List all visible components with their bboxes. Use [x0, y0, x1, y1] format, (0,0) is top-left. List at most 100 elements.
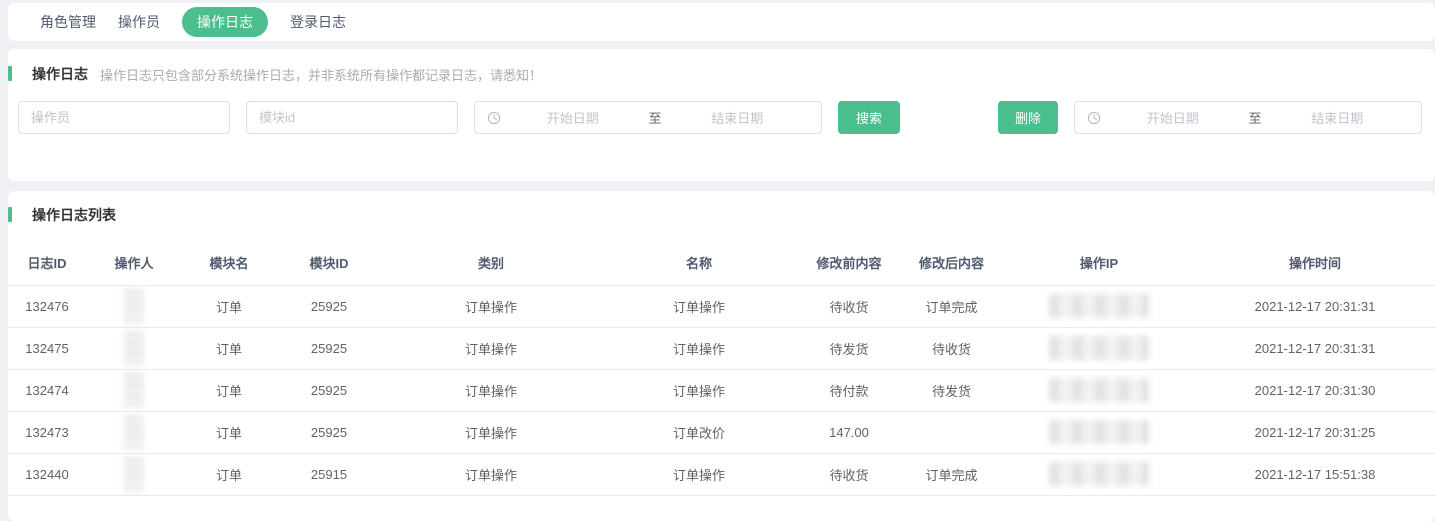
end-date-placeholder: 结束日期 [1266, 108, 1410, 127]
col-operation-ip: 操作IP [1003, 241, 1195, 285]
table-row: 132474 订单 25925 订单操作 订单操作 待付款 待发货 2021-1… [8, 369, 1435, 411]
cell-module-id: 25915 [276, 453, 382, 495]
section-title: 操作日志 [32, 64, 88, 84]
table-row: 132440 订单 25915 订单操作 订单操作 待收货 订单完成 2021-… [8, 453, 1435, 495]
search-panel: 操作日志 操作日志只包含部分系统操作日志，并非系统所有操作都记录日志，请悉知！ … [8, 49, 1435, 181]
clock-icon [1087, 111, 1101, 125]
cell-operation-ip [1003, 411, 1195, 453]
list-section-header: 操作日志列表 [8, 205, 1435, 225]
cell-name: 订单操作 [600, 285, 798, 327]
cell-operator [86, 453, 182, 495]
search-date-range-picker[interactable]: 开始日期 至 结束日期 [474, 101, 822, 134]
search-button[interactable]: 搜索 [838, 101, 900, 134]
redacted-operator [124, 289, 144, 323]
cell-category: 订单操作 [382, 453, 600, 495]
cell-module-name: 订单 [182, 285, 276, 327]
page: 角色管理 操作员 操作日志 登录日志 操作日志 操作日志只包含部分系统操作日志，… [0, 0, 1435, 521]
col-module-id: 模块ID [276, 241, 382, 285]
col-name: 名称 [600, 241, 798, 285]
cell-log-id: 132440 [8, 453, 86, 495]
cell-module-id: 25925 [276, 369, 382, 411]
cell-log-id: 132474 [8, 369, 86, 411]
redacted-ip [1049, 336, 1149, 360]
redacted-operator [124, 373, 144, 407]
cell-module-id: 25925 [276, 285, 382, 327]
redacted-ip [1049, 420, 1149, 444]
table-row: 132473 订单 25925 订单操作 订单改价 147.00 2021-12… [8, 411, 1435, 453]
cell-category: 订单操作 [382, 411, 600, 453]
cell-log-id: 132473 [8, 411, 86, 453]
cell-before-content: 待收货 [798, 453, 900, 495]
table-row: 132476 订单 25925 订单操作 订单操作 待收货 订单完成 2021-… [8, 285, 1435, 327]
cell-name: 订单操作 [600, 369, 798, 411]
cell-name: 订单改价 [600, 411, 798, 453]
operator-input[interactable] [18, 101, 230, 134]
cell-before-content: 待收货 [798, 285, 900, 327]
cell-before-content: 147.00 [798, 411, 900, 453]
cell-operator [86, 327, 182, 369]
tab-operator[interactable]: 操作员 [118, 7, 160, 37]
cell-operation-time: 2021-12-17 20:31:30 [1195, 369, 1435, 411]
cell-after-content: 订单完成 [900, 453, 1003, 495]
cell-module-name: 订单 [182, 411, 276, 453]
tab-bar: 角色管理 操作员 操作日志 登录日志 [8, 3, 1435, 41]
operation-log-table: 日志ID 操作人 模块名 模块ID 类别 名称 修改前内容 修改后内容 操作IP… [8, 241, 1435, 496]
cell-log-id: 132475 [8, 327, 86, 369]
cell-operation-ip [1003, 369, 1195, 411]
cell-category: 订单操作 [382, 285, 600, 327]
start-date-placeholder: 开始日期 [1101, 108, 1245, 127]
cell-name: 订单操作 [600, 327, 798, 369]
tab-role-management[interactable]: 角色管理 [40, 7, 96, 37]
cell-name: 订单操作 [600, 453, 798, 495]
tab-operation-log[interactable]: 操作日志 [182, 7, 268, 37]
cell-operation-ip [1003, 285, 1195, 327]
cell-module-name: 订单 [182, 453, 276, 495]
cell-after-content [900, 411, 1003, 453]
search-section-header: 操作日志 操作日志只包含部分系统操作日志，并非系统所有操作都记录日志，请悉知！ [8, 64, 1435, 84]
cell-operation-ip [1003, 453, 1195, 495]
cell-category: 订单操作 [382, 369, 600, 411]
cell-after-content: 待发货 [900, 369, 1003, 411]
end-date-placeholder: 结束日期 [666, 108, 810, 127]
col-log-id: 日志ID [8, 241, 86, 285]
cell-module-id: 25925 [276, 327, 382, 369]
redacted-operator [124, 457, 144, 491]
table-header-row: 日志ID 操作人 模块名 模块ID 类别 名称 修改前内容 修改后内容 操作IP… [8, 241, 1435, 285]
tab-login-log[interactable]: 登录日志 [290, 7, 346, 37]
log-list-panel: 操作日志列表 日志ID 操作人 模块名 模块ID 类别 名称 修改前内容 修改后… [8, 191, 1435, 521]
search-form-row: 开始日期 至 结束日期 搜索 删除 开始日期 至 结束日期 [8, 101, 1435, 134]
start-date-placeholder: 开始日期 [501, 108, 645, 127]
cell-before-content: 待付款 [798, 369, 900, 411]
cell-category: 订单操作 [382, 327, 600, 369]
col-category: 类别 [382, 241, 600, 285]
cell-operation-time: 2021-12-17 20:31:31 [1195, 327, 1435, 369]
col-operation-time: 操作时间 [1195, 241, 1435, 285]
cell-operation-time: 2021-12-17 20:31:25 [1195, 411, 1435, 453]
col-operator: 操作人 [86, 241, 182, 285]
delete-button[interactable]: 删除 [998, 101, 1058, 134]
cell-operator [86, 369, 182, 411]
col-module-name: 模块名 [182, 241, 276, 285]
clock-icon [487, 111, 501, 125]
redacted-operator [124, 415, 144, 449]
cell-after-content: 待收货 [900, 327, 1003, 369]
cell-after-content: 订单完成 [900, 285, 1003, 327]
date-range-separator: 至 [1245, 108, 1266, 127]
redacted-ip [1049, 462, 1149, 486]
section-hint: 操作日志只包含部分系统操作日志，并非系统所有操作都记录日志，请悉知！ [100, 65, 542, 84]
module-id-input[interactable] [246, 101, 458, 134]
col-after-content: 修改后内容 [900, 241, 1003, 285]
delete-date-range-picker[interactable]: 开始日期 至 结束日期 [1074, 101, 1422, 134]
date-range-separator: 至 [645, 108, 666, 127]
redacted-ip [1049, 378, 1149, 402]
table-row: 132475 订单 25925 订单操作 订单操作 待发货 待收货 2021-1… [8, 327, 1435, 369]
cell-operator [86, 411, 182, 453]
col-before-content: 修改前内容 [798, 241, 900, 285]
cell-operator [86, 285, 182, 327]
cell-operation-ip [1003, 327, 1195, 369]
cell-module-name: 订单 [182, 369, 276, 411]
redacted-operator [124, 331, 144, 365]
cell-operation-time: 2021-12-17 20:31:31 [1195, 285, 1435, 327]
cell-before-content: 待发货 [798, 327, 900, 369]
redacted-ip [1049, 294, 1149, 318]
